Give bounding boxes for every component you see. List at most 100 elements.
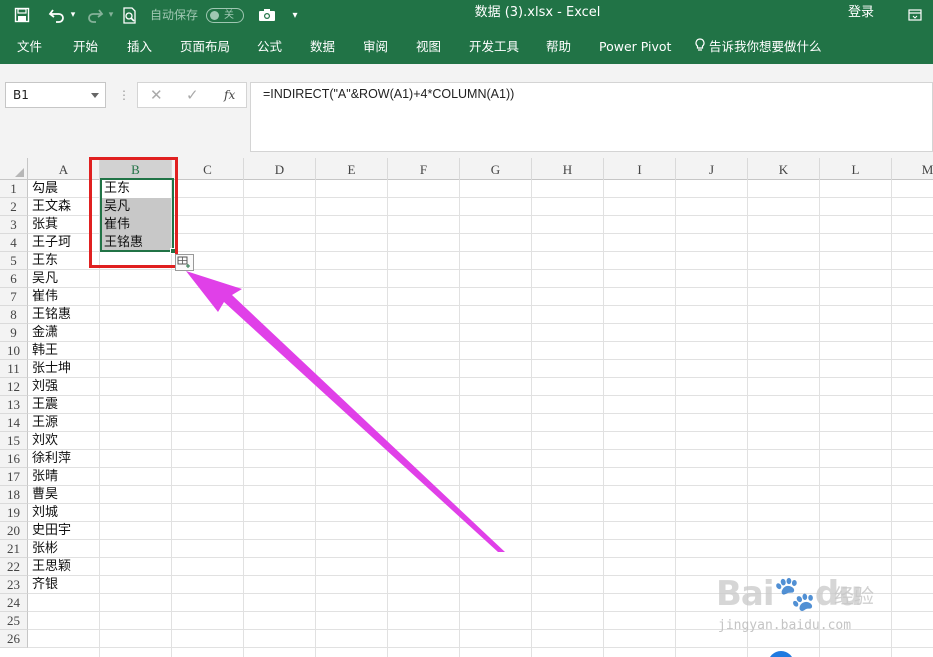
enter-icon[interactable]: ✓ <box>186 83 199 107</box>
baidu-watermark: Bai🐾du 经验 jingyan.baidu.com <box>716 572 886 642</box>
column-header[interactable]: L <box>820 158 892 180</box>
column-header[interactable]: J <box>676 158 748 180</box>
column-header[interactable]: H <box>532 158 604 180</box>
column-header[interactable]: F <box>388 158 460 180</box>
row-header[interactable]: 18 <box>0 486 28 504</box>
tab-data[interactable]: 数据 <box>310 30 335 64</box>
row-header[interactable]: 24 <box>0 594 28 612</box>
column-headers: ABCDEFGHIJKLM <box>0 158 933 180</box>
tab-help[interactable]: 帮助 <box>546 30 571 64</box>
cell-b2[interactable]: 吴凡 <box>100 198 171 216</box>
formula-area: B1 ⋮ ✕ ✓ fx =INDIRECT("A"&ROW(A1)+4*COLU… <box>0 64 933 158</box>
row-header[interactable]: 11 <box>0 360 28 378</box>
row-header[interactable]: 20 <box>0 522 28 540</box>
cell-a22[interactable]: 王思颖 <box>28 558 100 576</box>
cell-a17[interactable]: 张晴 <box>28 468 100 486</box>
row-header[interactable]: 26 <box>0 630 28 648</box>
row-header[interactable]: 4 <box>0 234 28 252</box>
row-header[interactable]: 15 <box>0 432 28 450</box>
cell-a19[interactable]: 刘城 <box>28 504 100 522</box>
row-header[interactable]: 2 <box>0 198 28 216</box>
name-box[interactable]: B1 <box>5 82 106 108</box>
column-header[interactable]: B <box>100 158 172 180</box>
row-header[interactable]: 10 <box>0 342 28 360</box>
row-header[interactable]: 25 <box>0 612 28 630</box>
chevron-down-icon[interactable] <box>91 93 99 98</box>
quick-analysis-button[interactable] <box>175 254 194 271</box>
gridline <box>28 557 933 558</box>
gridline <box>28 341 933 342</box>
cell-a12[interactable]: 刘强 <box>28 378 100 396</box>
row-header[interactable]: 3 <box>0 216 28 234</box>
row-header[interactable]: 14 <box>0 414 28 432</box>
cell-a11[interactable]: 张士坤 <box>28 360 100 378</box>
row-header[interactable]: 17 <box>0 468 28 486</box>
tab-view[interactable]: 视图 <box>416 30 441 64</box>
cell-a2[interactable]: 王文森 <box>28 198 100 216</box>
cell-a5[interactable]: 王东 <box>28 252 100 270</box>
tab-file[interactable]: 文件 <box>17 30 42 64</box>
tab-power-pivot[interactable]: Power Pivot <box>599 30 671 64</box>
tab-review[interactable]: 审阅 <box>363 30 388 64</box>
cell-a20[interactable]: 史田宇 <box>28 522 100 540</box>
cell-a15[interactable]: 刘欢 <box>28 432 100 450</box>
column-header[interactable]: D <box>244 158 316 180</box>
cell-a13[interactable]: 王震 <box>28 396 100 414</box>
cell-a14[interactable]: 王源 <box>28 414 100 432</box>
row-header[interactable]: 23 <box>0 576 28 594</box>
row-header[interactable]: 13 <box>0 396 28 414</box>
cell-a3[interactable]: 张萁 <box>28 216 100 234</box>
row-header[interactable]: 12 <box>0 378 28 396</box>
signin-link[interactable]: 登录 <box>848 0 874 30</box>
name-box-value: B1 <box>13 88 29 102</box>
column-header[interactable]: M <box>892 158 933 180</box>
row-header[interactable]: 21 <box>0 540 28 558</box>
column-header[interactable]: G <box>460 158 532 180</box>
cell-a7[interactable]: 崔伟 <box>28 288 100 306</box>
cell-b1[interactable]: 王东 <box>100 180 171 198</box>
cancel-icon[interactable]: ✕ <box>150 83 163 107</box>
insert-function-button[interactable]: fx <box>224 83 235 107</box>
row-header[interactable]: 8 <box>0 306 28 324</box>
cell-b4[interactable]: 王铭惠 <box>100 234 171 252</box>
column-header[interactable]: K <box>748 158 820 180</box>
ribbon-display-options-icon[interactable] <box>904 0 926 30</box>
row-header[interactable]: 16 <box>0 450 28 468</box>
column-header[interactable]: A <box>28 158 100 180</box>
tab-home[interactable]: 开始 <box>73 30 98 64</box>
tab-developer[interactable]: 开发工具 <box>469 30 519 64</box>
cell-a9[interactable]: 金潇 <box>28 324 100 342</box>
row-header[interactable]: 5 <box>0 252 28 270</box>
row-header[interactable]: 9 <box>0 324 28 342</box>
tab-page-layout[interactable]: 页面布局 <box>180 30 230 64</box>
row-header[interactable]: 19 <box>0 504 28 522</box>
tab-formulas[interactable]: 公式 <box>257 30 282 64</box>
cell-a6[interactable]: 吴凡 <box>28 270 100 288</box>
watermark-url: jingyan.baidu.com <box>718 618 852 633</box>
column-header[interactable]: E <box>316 158 388 180</box>
gridline <box>28 287 933 288</box>
formula-text: =INDIRECT("A"&ROW(A1)+4*COLUMN(A1)) <box>263 87 515 101</box>
cell-a4[interactable]: 王子珂 <box>28 234 100 252</box>
row-header[interactable]: 22 <box>0 558 28 576</box>
formula-input[interactable]: =INDIRECT("A"&ROW(A1)+4*COLUMN(A1)) <box>250 82 933 152</box>
formula-buttons: ✕ ✓ fx <box>137 82 247 108</box>
cell-a1[interactable]: 勾晨 <box>28 180 100 198</box>
splitter-dots-icon[interactable]: ⋮ <box>118 86 130 104</box>
cell-a21[interactable]: 张彬 <box>28 540 100 558</box>
cell-a10[interactable]: 韩王 <box>28 342 100 360</box>
tab-insert[interactable]: 插入 <box>127 30 152 64</box>
row-header[interactable]: 6 <box>0 270 28 288</box>
select-all-button[interactable] <box>0 158 28 180</box>
row-header[interactable]: 7 <box>0 288 28 306</box>
column-header[interactable]: I <box>604 158 676 180</box>
cell-a23[interactable]: 齐银 <box>28 576 100 594</box>
tell-me-search[interactable]: 告诉我你想要做什么 <box>695 30 822 64</box>
cell-a8[interactable]: 王铭惠 <box>28 306 100 324</box>
cell-b3[interactable]: 崔伟 <box>100 216 171 234</box>
gridline <box>28 449 933 450</box>
row-header[interactable]: 1 <box>0 180 28 198</box>
cell-a18[interactable]: 曹昊 <box>28 486 100 504</box>
column-header[interactable]: C <box>172 158 244 180</box>
cell-a16[interactable]: 徐利萍 <box>28 450 100 468</box>
